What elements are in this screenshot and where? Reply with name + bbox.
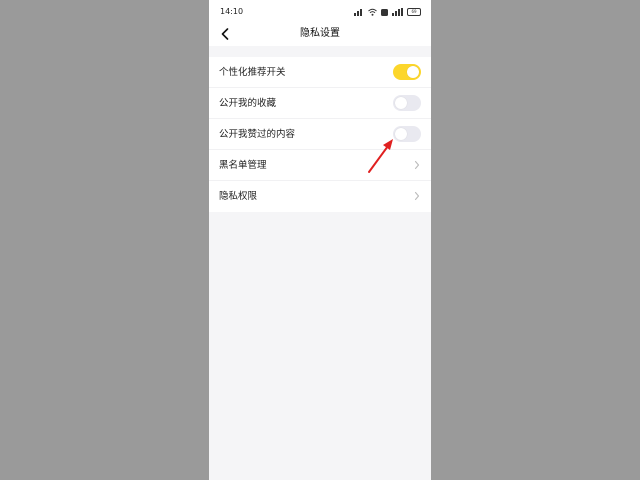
toggle-knob <box>407 66 419 78</box>
setting-row-blacklist[interactable]: 黑名单管理 <box>209 150 431 181</box>
status-icons: 69 <box>354 7 421 17</box>
toggle-knob <box>395 97 407 109</box>
setting-label: 隐私权限 <box>219 191 258 202</box>
cell-signal-icon <box>392 8 403 16</box>
toggle-knob <box>395 128 407 140</box>
status-bar: 14:10 69 <box>209 0 431 22</box>
setting-label: 个性化推荐开关 <box>219 67 286 78</box>
battery-icon: 69 <box>407 8 421 16</box>
wifi-icon <box>368 8 377 16</box>
public-favorites-toggle[interactable] <box>393 95 421 111</box>
phone-screen: 14:10 69 隐私设置 个性化推荐开关 公开我的收藏 公开我赞过的内容 黑名… <box>209 0 431 480</box>
nav-bar: 隐私设置 <box>209 22 431 46</box>
personalized-recommendation-toggle[interactable] <box>393 64 421 80</box>
public-liked-content-toggle[interactable] <box>393 126 421 142</box>
setting-row-public-favorites: 公开我的收藏 <box>209 88 431 119</box>
chevron-right-icon <box>414 191 420 201</box>
setting-row-personalized-recommendation: 个性化推荐开关 <box>209 57 431 88</box>
signal-hd-icon <box>354 9 362 16</box>
setting-row-privacy-permissions[interactable]: 隐私权限 <box>209 181 431 212</box>
app-notification-icon <box>381 8 388 16</box>
page-title: 隐私设置 <box>300 28 340 39</box>
setting-label: 黑名单管理 <box>219 160 267 171</box>
setting-row-public-liked-content: 公开我赞过的内容 <box>209 119 431 150</box>
setting-label: 公开我的收藏 <box>219 98 277 109</box>
settings-list: 个性化推荐开关 公开我的收藏 公开我赞过的内容 黑名单管理 隐私权限 <box>209 57 431 212</box>
setting-label: 公开我赞过的内容 <box>219 129 296 140</box>
status-time: 14:10 <box>220 7 244 16</box>
chevron-right-icon <box>414 160 420 170</box>
